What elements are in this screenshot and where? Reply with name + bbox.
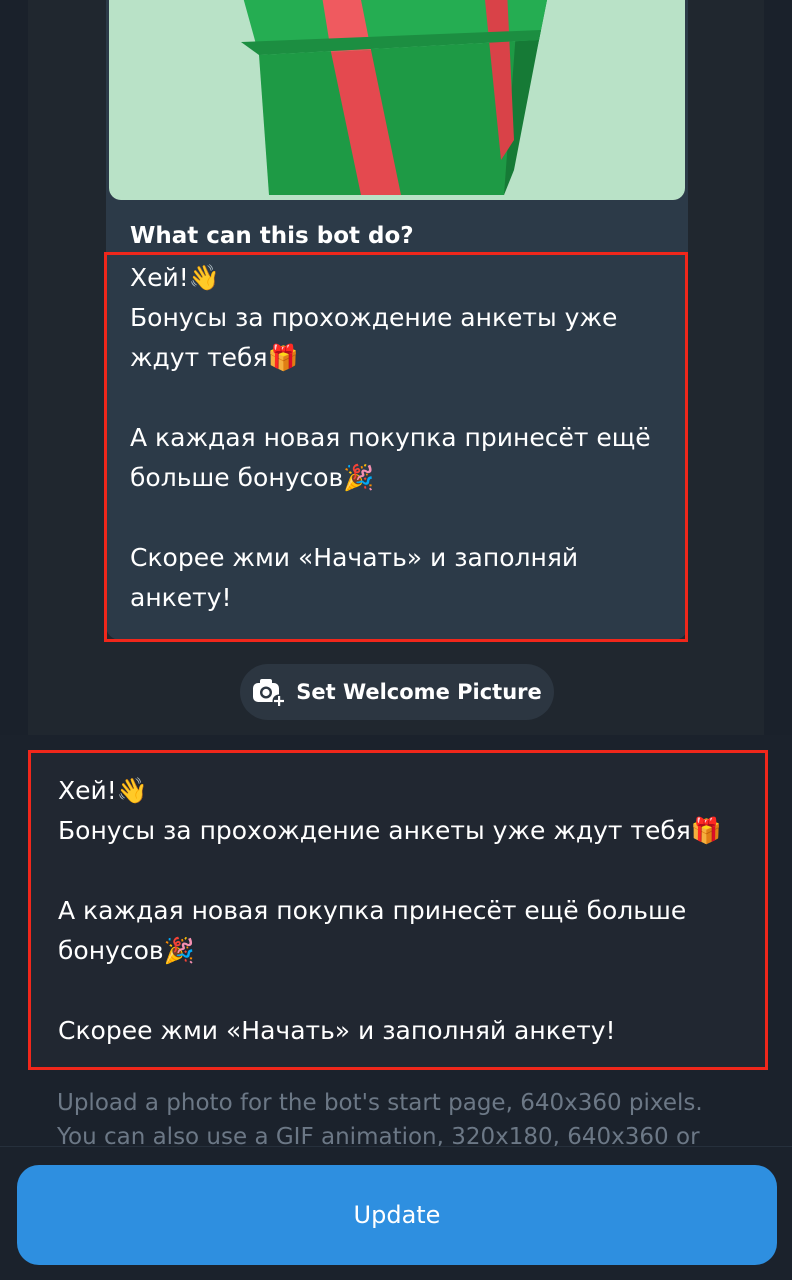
settings-scroll-area[interactable]: What can this bot do? Хей!👋 Бонусы за пр… [0,0,792,1279]
description-input[interactable]: Хей!👋 Бонусы за прохождение анкеты уже ж… [58,771,748,1051]
left-gutter [0,0,28,735]
bottom-action-bar: Update [0,1146,792,1280]
upload-hint-text: Upload a photo for the bot's start page,… [57,1090,703,1150]
right-gutter [764,0,792,735]
card-title: What can this bot do? [130,223,414,249]
set-welcome-picture-button[interactable]: Set Welcome Picture [240,664,554,720]
update-button[interactable]: Update [17,1165,777,1265]
description-editor[interactable]: Хей!👋 Бонусы за прохождение анкеты уже ж… [28,750,768,1070]
camera-add-icon [253,679,286,707]
gift-box-image [109,0,685,200]
set-welcome-picture-label: Set Welcome Picture [296,680,542,704]
bot-info-card: What can this bot do? Хей!👋 Бонусы за пр… [106,0,688,640]
gift-box-illustration [241,0,547,195]
card-description-preview: Хей!👋 Бонусы за прохождение анкеты уже ж… [130,263,651,612]
